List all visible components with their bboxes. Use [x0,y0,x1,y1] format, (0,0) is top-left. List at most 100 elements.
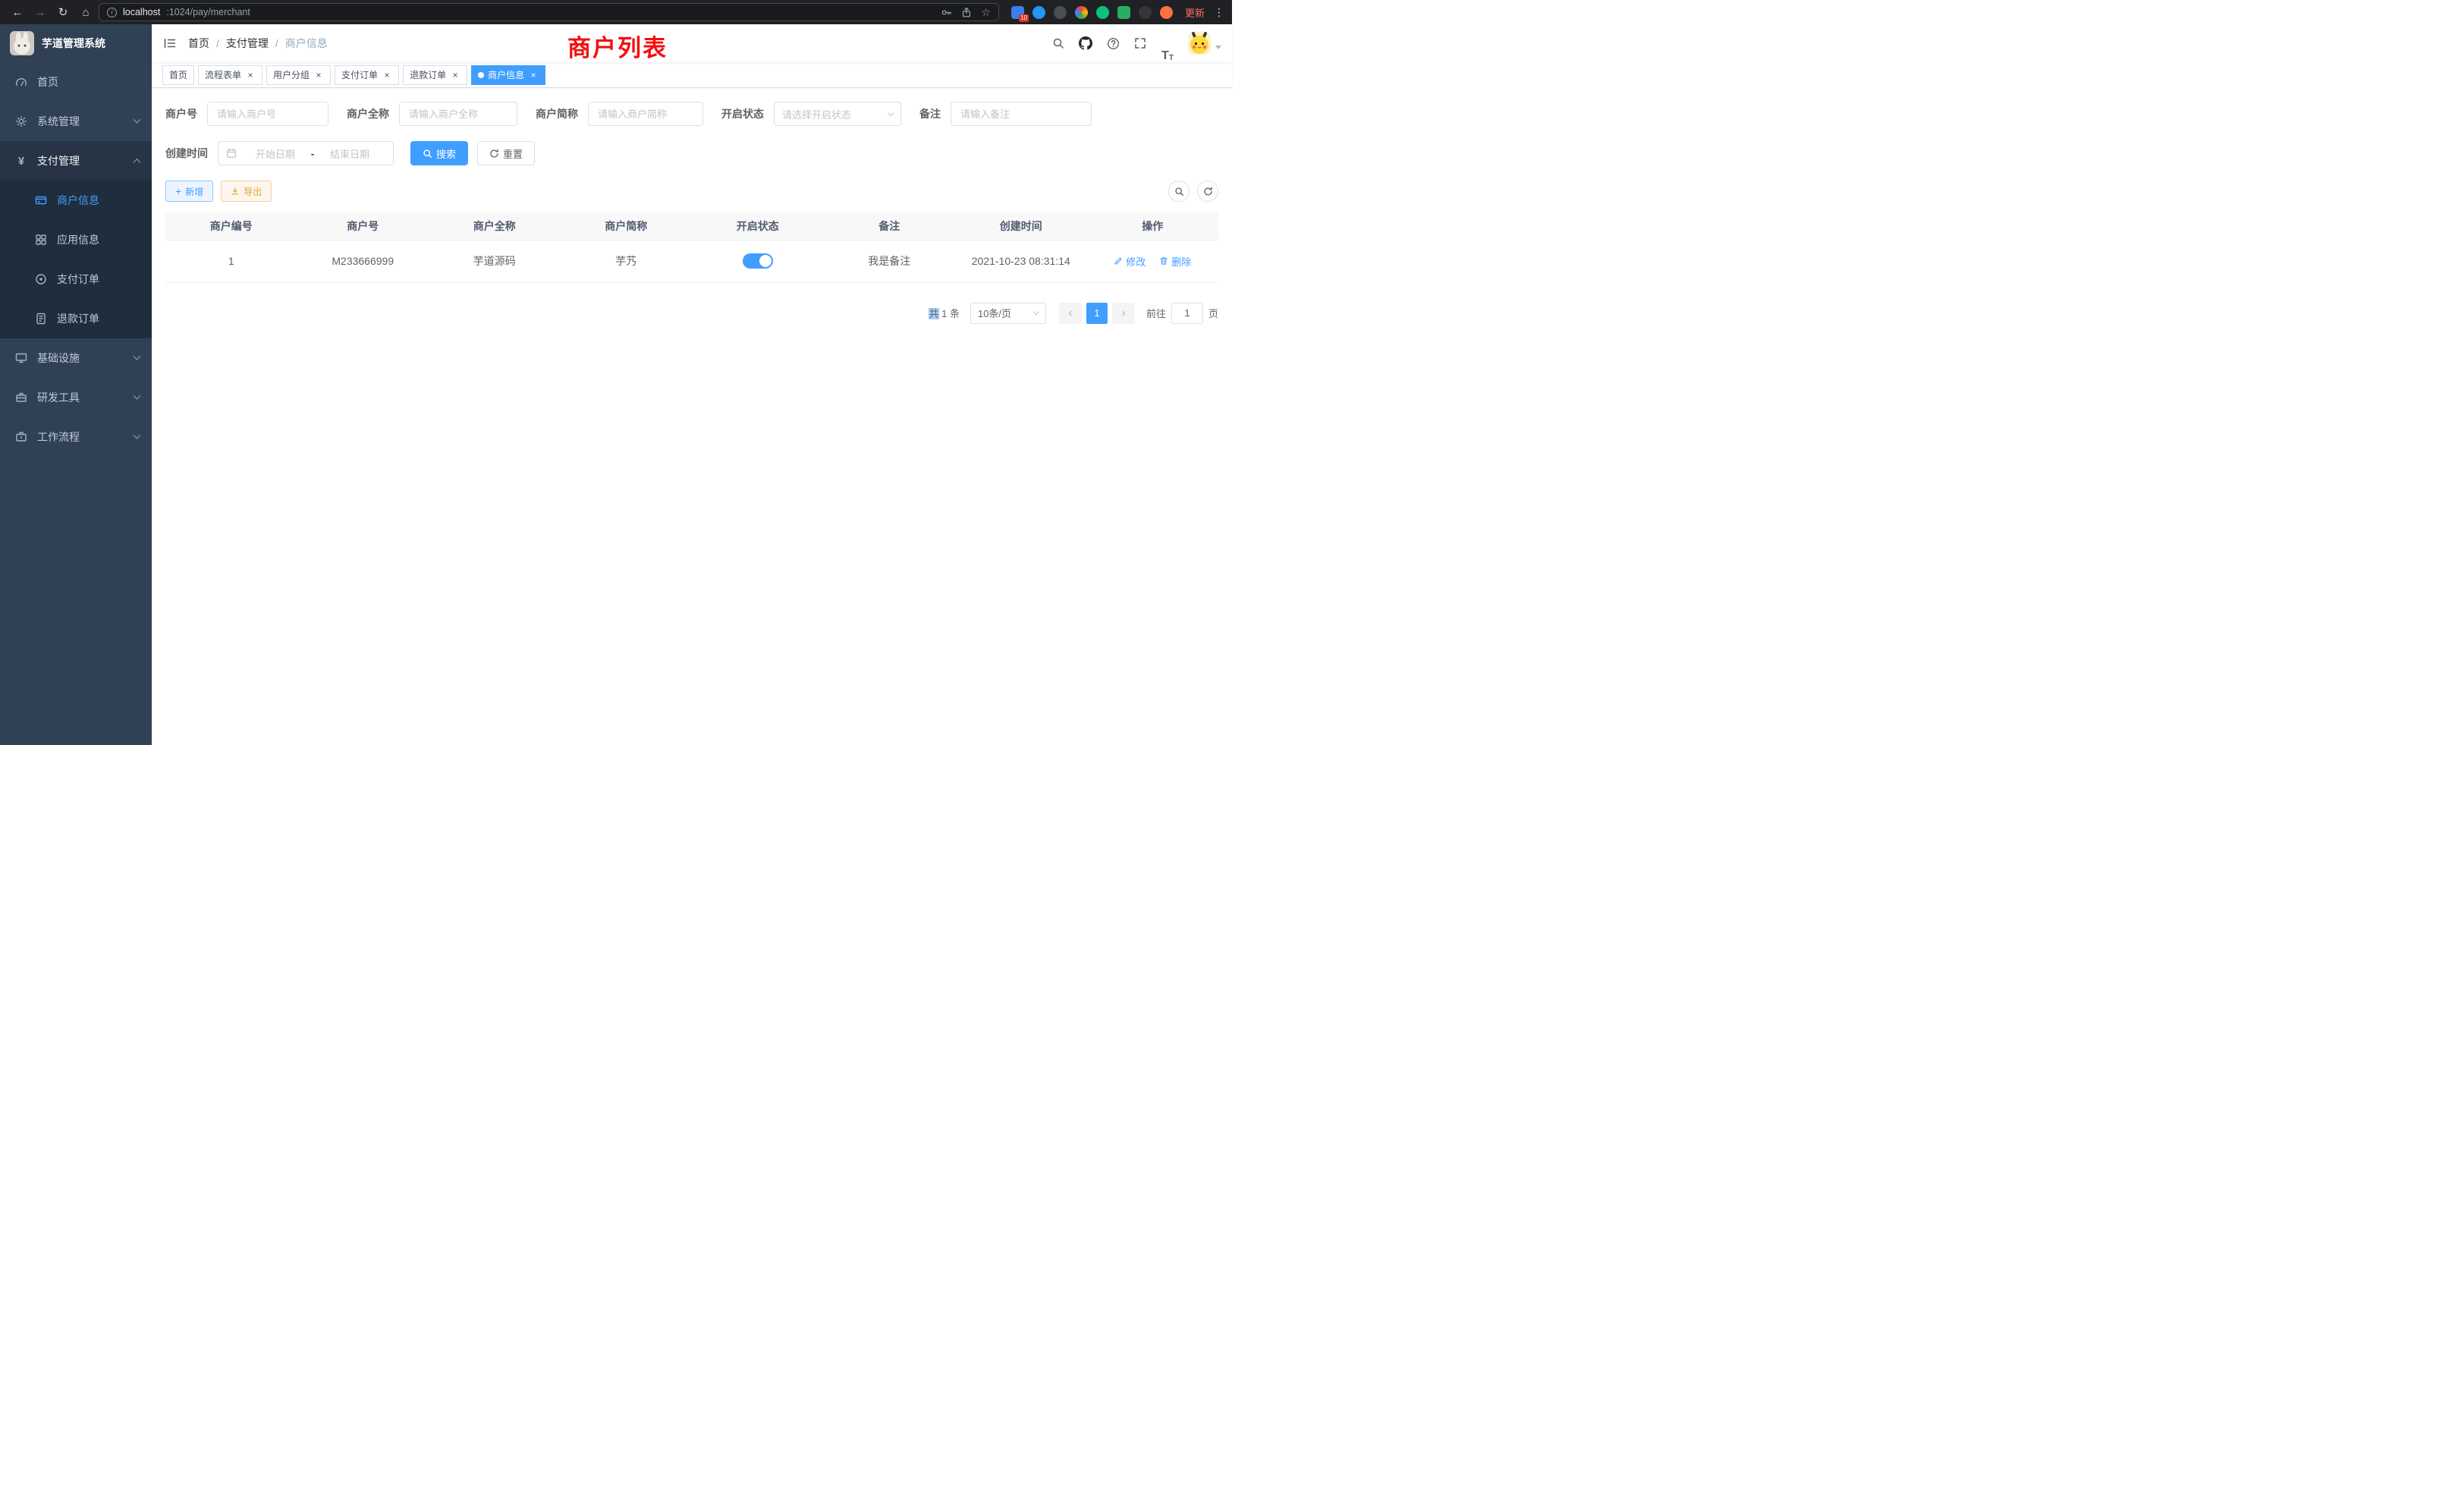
merchant-short-name-input[interactable] [588,102,703,126]
export-button[interactable]: 导出 [221,181,272,202]
sidebar-item-label: 应用信息 [57,232,99,247]
credit-card-icon [35,194,47,206]
extension-icon-8[interactable] [1160,6,1173,19]
share-icon[interactable] [961,7,972,18]
next-page-button[interactable]: › [1112,303,1135,324]
search-button[interactable]: 搜索 [410,141,468,165]
app-logo[interactable]: 芋道管理系统 [0,24,152,62]
extension-icon-2[interactable] [1032,6,1045,19]
col-status: 开启状态 [692,212,824,240]
sidebar-item-refund-order[interactable]: 退款订单 [0,299,152,338]
tab-pay-order[interactable]: 支付订单 × [335,65,399,85]
reset-button-label: 重置 [503,146,523,161]
sidebar-item-label: 系统管理 [37,114,80,129]
sidebar-item-dev-tools[interactable]: 研发工具 [0,378,152,417]
browser-reload-icon[interactable]: ↻ [53,5,73,19]
sidebar-item-app-info[interactable]: 应用信息 [0,220,152,259]
extension-icon-6[interactable] [1117,6,1130,19]
cell-merchant-id: 1 [165,240,297,282]
toggle-search-icon[interactable] [1168,181,1190,202]
create-time-field: 创建时间 开始日期 - 结束日期 [165,141,394,165]
close-icon[interactable]: × [313,70,324,80]
close-icon[interactable]: × [528,70,539,80]
breadcrumb-home[interactable]: 首页 [188,36,209,51]
browser-back-icon[interactable]: ← [8,6,27,19]
page-size-select[interactable]: 10条/页 [970,303,1046,324]
date-range-picker[interactable]: 开始日期 - 结束日期 [218,141,394,165]
export-button-label: 导出 [244,185,262,198]
chrome-update-button[interactable]: 更新 [1185,5,1205,20]
close-icon[interactable]: × [450,70,460,80]
sidebar-item-home[interactable]: 首页 [0,62,152,102]
start-date-placeholder[interactable]: 开始日期 [240,146,311,161]
tab-refund-order[interactable]: 退款订单 × [403,65,467,85]
page-info-icon[interactable]: i [107,8,117,17]
tab-user-group[interactable]: 用户分组 × [266,65,331,85]
extension-icon-7[interactable] [1139,6,1152,19]
tab-merchant-info[interactable]: 商户信息 × [471,65,545,85]
github-icon[interactable] [1073,24,1098,62]
close-icon[interactable]: × [245,70,256,80]
extension-icon-5[interactable] [1096,6,1109,19]
select-placeholder: 请选择开启状态 [782,107,851,121]
extension-icon-1[interactable]: 10 [1011,6,1024,19]
table-header-row: 商户编号 商户号 商户全称 商户简称 开启状态 备注 创建时间 操作 [165,212,1218,240]
font-size-icon[interactable]: TT [1155,24,1180,62]
page-button-1[interactable]: 1 [1086,303,1108,324]
close-icon[interactable]: × [382,70,392,80]
app-frame: 芋道管理系统 首页 系统管理 ¥ 支付管理 商户信息 [0,24,1232,745]
delete-link[interactable]: 删除 [1159,254,1191,269]
header-search-icon[interactable] [1045,24,1071,62]
goto-page-input[interactable] [1171,303,1203,324]
tab-home[interactable]: 首页 [162,65,194,85]
browser-forward-icon[interactable]: → [30,6,50,19]
app-title: 芋道管理系统 [42,36,105,51]
col-full-name: 商户全称 [429,212,561,240]
end-date-placeholder[interactable]: 结束日期 [314,146,385,161]
password-key-icon[interactable] [941,7,952,18]
sidebar-item-system[interactable]: 系统管理 [0,102,152,141]
delete-link-label: 删除 [1171,254,1191,269]
status-select[interactable]: 请选择开启状态 [774,102,901,126]
fullscreen-icon[interactable] [1127,24,1153,62]
cell-create-time: 2021-10-23 08:31:14 [955,240,1087,282]
add-button[interactable]: + 新增 [165,181,213,202]
col-remark: 备注 [824,212,956,240]
remark-input[interactable] [951,102,1092,126]
extension-icon-3[interactable] [1054,6,1067,19]
sidebar-item-merchant-info[interactable]: 商户信息 [0,181,152,220]
user-avatar[interactable] [1188,32,1211,55]
cell-short-name: 芋艿 [561,240,693,282]
reset-button[interactable]: 重置 [477,141,535,165]
browser-home-icon[interactable]: ⌂ [76,6,96,19]
cell-full-name: 芋道源码 [429,240,561,282]
help-icon[interactable] [1100,24,1126,62]
breadcrumb-payment[interactable]: 支付管理 [226,36,269,51]
tab-process-form[interactable]: 流程表单 × [198,65,262,85]
grid-icon [35,234,47,246]
chevron-down-icon [888,109,894,115]
sidebar-item-infrastructure[interactable]: 基础设施 [0,338,152,378]
bookmark-star-icon[interactable]: ☆ [981,7,991,17]
prev-page-button[interactable]: ‹ [1059,303,1082,324]
sidebar-item-label: 支付订单 [57,272,99,287]
sidebar-item-workflow[interactable]: 工作流程 [0,417,152,457]
chevron-down-icon [134,391,141,399]
extension-icon-4[interactable] [1075,6,1088,19]
merchant-name-input[interactable] [399,102,517,126]
yen-icon: ¥ [15,155,27,167]
sidebar-item-pay-order[interactable]: 支付订单 [0,259,152,299]
table-row: 1 M233666999 芋道源码 芋艿 我是备注 2021-10-23 08:… [165,240,1218,282]
address-bar[interactable]: i localhost :1024/pay/merchant ☆ [99,3,999,21]
status-toggle[interactable] [743,253,773,269]
navbar-actions: TT [1045,24,1221,62]
sidebar-item-payment[interactable]: ¥ 支付管理 [0,141,152,181]
sidebar: 芋道管理系统 首页 系统管理 ¥ 支付管理 商户信息 [0,24,152,745]
goto-label: 前往 [1146,306,1166,320]
edit-link[interactable]: 修改 [1114,254,1146,269]
sidebar-toggle-icon[interactable] [152,24,188,62]
browser-menu-icon[interactable]: ⋮ [1214,6,1224,19]
user-menu[interactable] [1188,32,1221,55]
refresh-icon[interactable] [1197,181,1218,202]
merchant-no-input[interactable] [207,102,328,126]
